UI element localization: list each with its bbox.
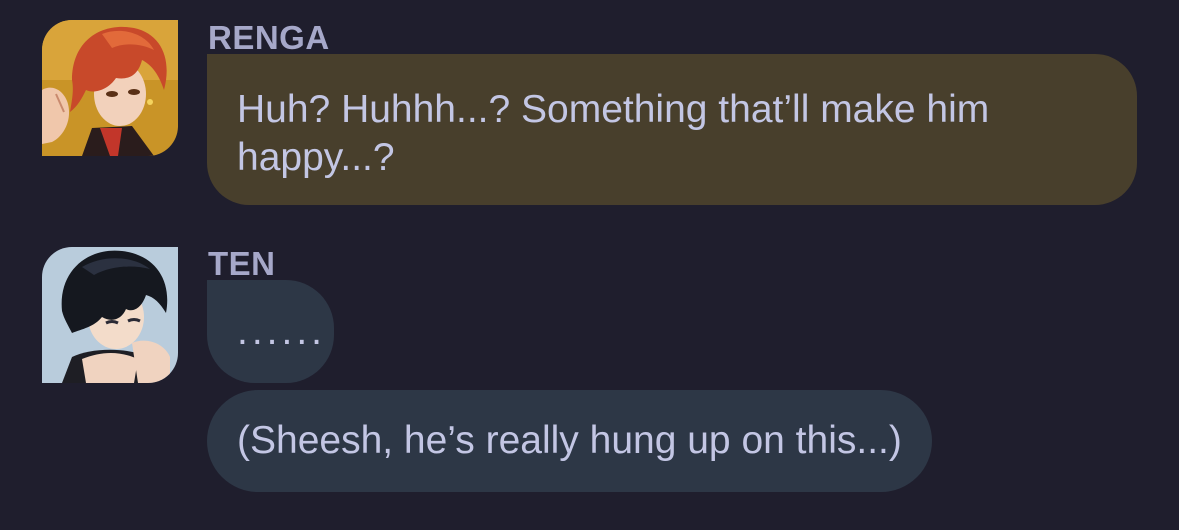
- chat-log: RENGA Huh? Huhhh...? Something that’ll m…: [0, 0, 1179, 530]
- message-text: (Sheesh, he’s really hung up on this...): [237, 419, 902, 462]
- ten-avatar[interactable]: [42, 247, 178, 383]
- message-bubble: ......: [207, 280, 334, 383]
- speaker-name: TEN: [208, 245, 276, 282]
- message-text: Huh? Huhhh...? Something that’ll make hi…: [237, 88, 990, 179]
- message-bubble: (Sheesh, he’s really hung up on this...): [207, 390, 932, 492]
- ten-portrait-icon: [42, 247, 178, 383]
- renga-portrait-icon: [42, 20, 178, 156]
- speaker-name: RENGA: [208, 19, 330, 56]
- message-bubble: Huh? Huhhh...? Something that’ll make hi…: [207, 54, 1137, 205]
- renga-avatar[interactable]: [42, 20, 178, 156]
- message-text: ......: [237, 310, 327, 353]
